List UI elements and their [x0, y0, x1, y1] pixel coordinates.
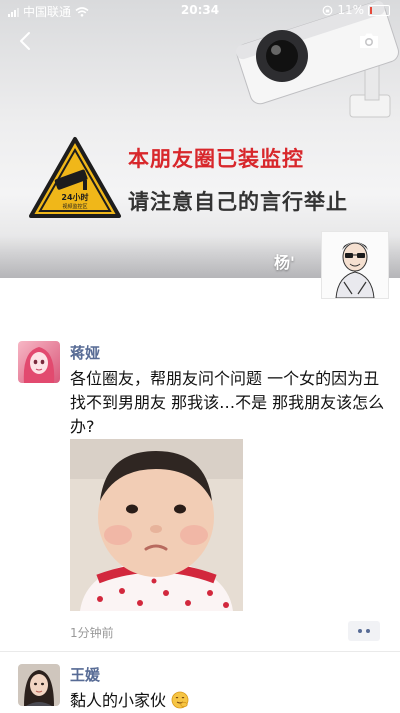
smiling-face-with-hand-icon	[171, 691, 189, 709]
post-avatar[interactable]	[18, 341, 60, 383]
sign-text-zone: 视频监控区	[62, 203, 87, 210]
post-timestamp: 1分钟前	[70, 626, 114, 640]
dot-icon	[358, 629, 362, 633]
baby-photo	[70, 439, 243, 611]
post-author-name[interactable]: 蒋娅	[70, 342, 100, 363]
status-bar: 中国联通 20:34 11%	[0, 0, 400, 22]
cover-subtitle: 请注意自己的言行举止	[128, 190, 348, 214]
orientation-lock-icon	[322, 5, 333, 15]
post-divider	[0, 651, 400, 652]
cover-title: 本朋友圈已装监控	[128, 147, 304, 171]
post-text: 黏人的小家伙	[70, 691, 167, 710]
avatar-photo	[18, 664, 60, 706]
post-avatar[interactable]	[18, 664, 60, 706]
back-arrow-icon[interactable]	[16, 30, 36, 52]
post-photo[interactable]	[70, 439, 243, 611]
owner-avatar-illustration	[322, 232, 388, 298]
dot-icon	[366, 629, 370, 633]
battery-fill	[370, 6, 372, 14]
status-right: 11%	[322, 3, 390, 17]
owner-name[interactable]: 杨'	[274, 249, 295, 273]
avatar-illustration	[18, 341, 60, 383]
camera-icon[interactable]	[358, 32, 380, 50]
owner-avatar[interactable]	[321, 231, 389, 299]
battery-percent: 11%	[337, 3, 364, 17]
battery-icon	[368, 4, 390, 16]
post-text: 各位圈友，帮朋友问个问题 一个女的因为丑 找不到男朋友 那我该…不是 那我朋友该…	[70, 369, 385, 436]
surveillance-warning-sign: 24小时 视频监控区	[29, 137, 121, 218]
more-actions-button[interactable]	[348, 621, 380, 641]
sign-text-24h: 24小时	[61, 192, 88, 202]
post-text-row: 黏人的小家伙	[70, 689, 388, 713]
post-author-name[interactable]: 王媛	[70, 664, 100, 685]
